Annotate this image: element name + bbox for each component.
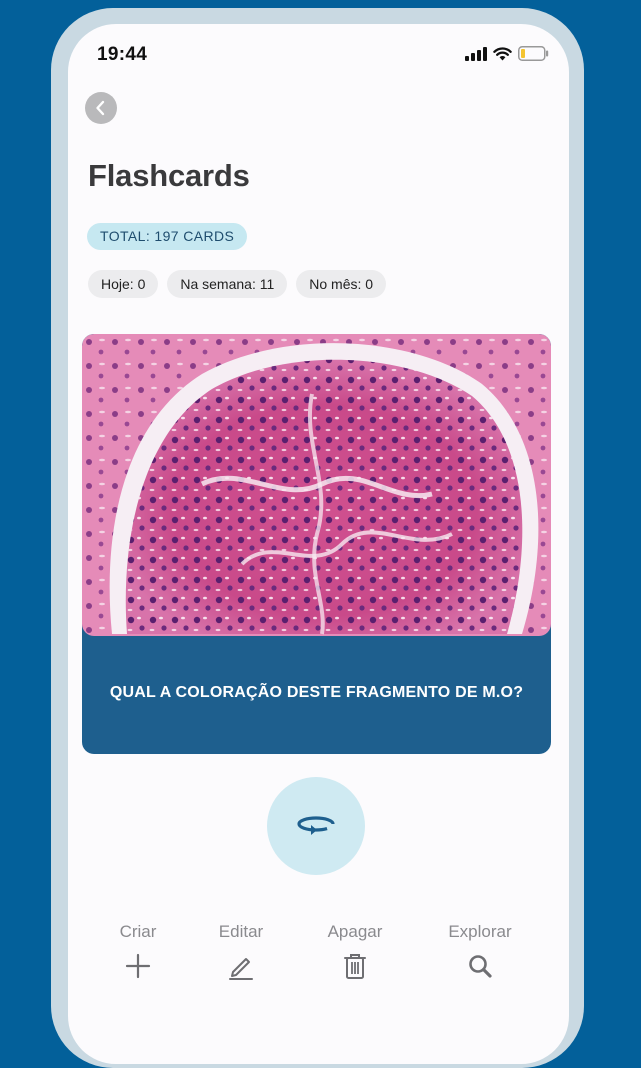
rotate-flip-icon	[297, 816, 335, 835]
battery-icon	[518, 46, 549, 61]
histology-glomerulus-image	[82, 334, 551, 636]
flip-card-button[interactable]	[267, 777, 365, 875]
wifi-icon	[493, 46, 512, 60]
status-icons	[465, 46, 549, 61]
pencil-icon	[229, 958, 253, 980]
explore-label: Explorar	[448, 922, 512, 941]
edit-label: Editar	[218, 922, 264, 941]
create-button[interactable]: Criar	[83, 920, 193, 980]
stats-row: Hoje: 0 Na semana: 11 No mês: 0	[88, 270, 387, 298]
stat-chip-month: No mês: 0	[296, 270, 387, 298]
page-title: Flashcards	[88, 158, 250, 193]
card-question: QUAL A COLORAÇÃO DESTE FRAGMENTO DE M.O?	[109, 684, 524, 701]
stat-chip-week: Na semana: 11	[167, 270, 288, 298]
create-label: Criar	[119, 922, 157, 941]
search-icon	[469, 955, 492, 978]
status-bar: 19:44	[68, 24, 569, 84]
trash-icon	[344, 954, 366, 979]
explore-button[interactable]: Explorar	[425, 920, 535, 980]
edit-button[interactable]: Editar	[186, 920, 296, 980]
back-button[interactable]	[85, 92, 117, 124]
cellular-signal-icon	[465, 46, 487, 61]
status-time: 19:44	[97, 44, 148, 65]
total-cards-badge: TOTAL: 197 CARDS	[87, 223, 248, 250]
plus-icon	[125, 953, 151, 979]
flashcard[interactable]: QUAL A COLORAÇÃO DESTE FRAGMENTO DE M.O?	[82, 334, 551, 754]
chevron-left-icon	[96, 100, 105, 116]
bottom-toolbar: Criar Editar Apagar Explorar	[68, 920, 569, 990]
delete-button[interactable]: Apagar	[300, 920, 410, 980]
stat-chip-today: Hoje: 0	[88, 270, 159, 298]
app-screen: 19:44 Flashcards TOTAL: 197 CARDS Hoje: …	[68, 24, 569, 1064]
delete-label: Apagar	[327, 922, 383, 941]
